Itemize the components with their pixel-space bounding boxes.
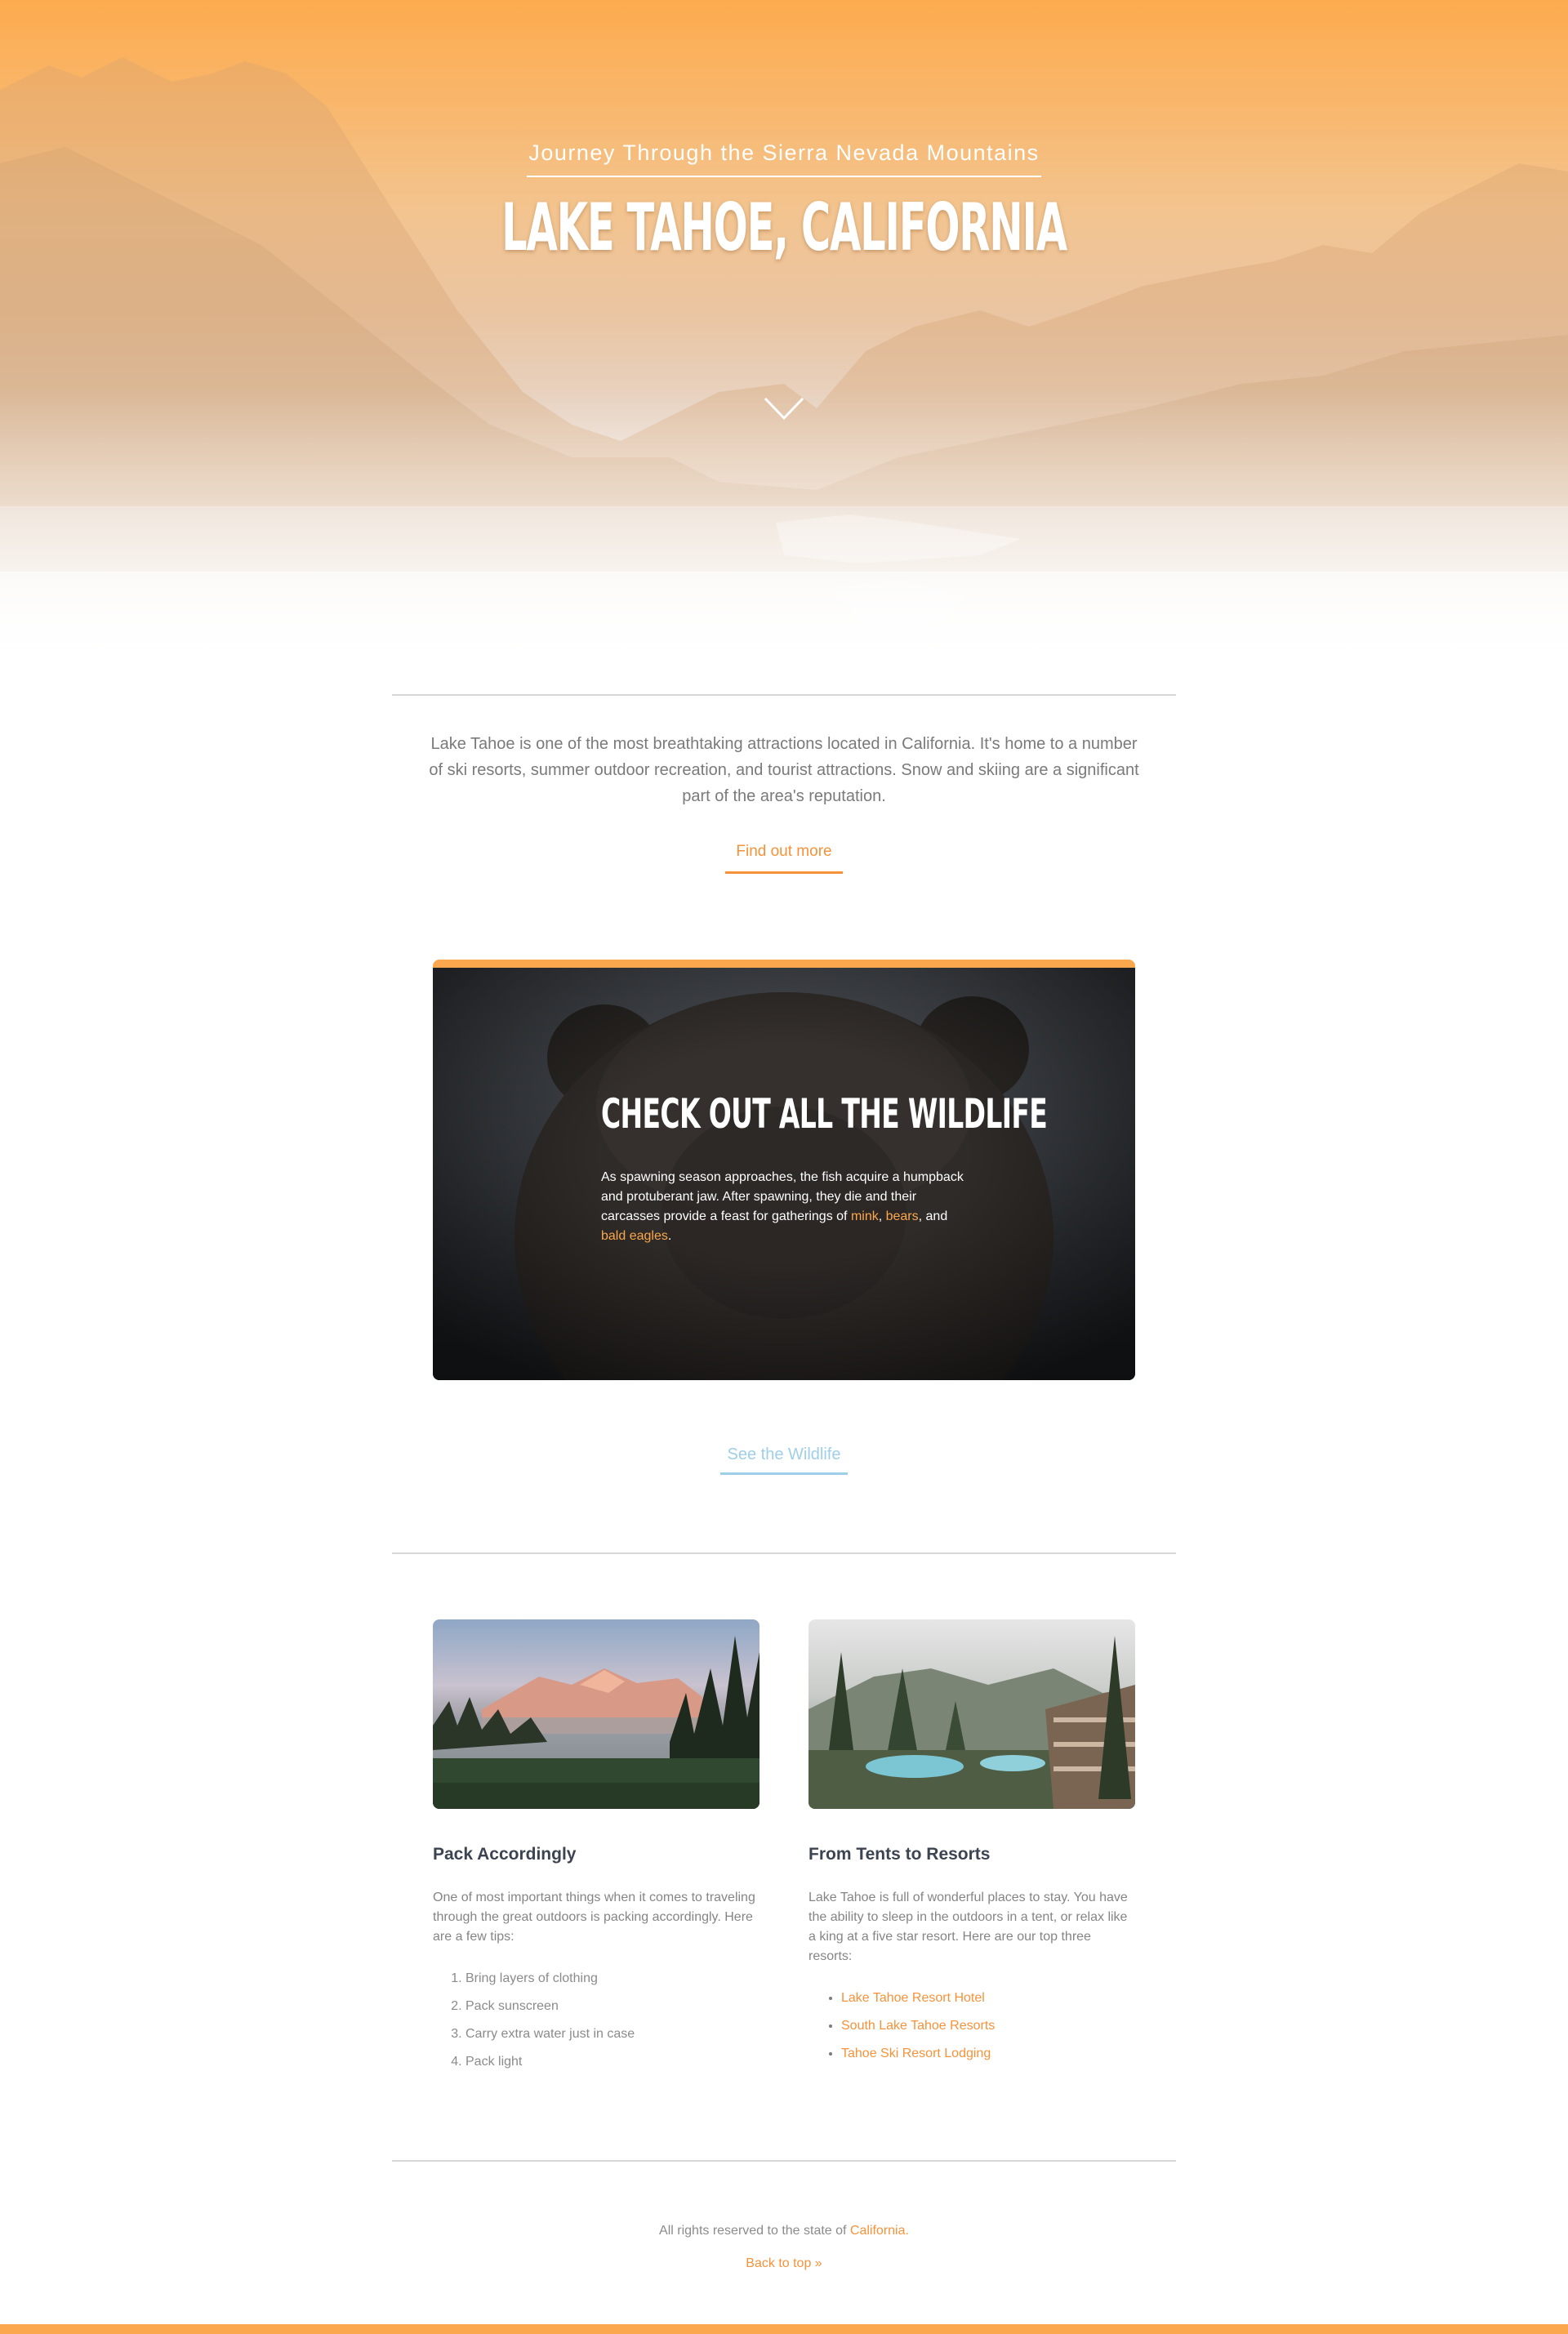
resorts-list: Lake Tahoe Resort Hotel South Lake Tahoe…: [808, 1984, 1135, 2068]
hero-banner: Journey Through the Sierra Nevada Mounta…: [0, 0, 1568, 702]
mountain-background-image: [0, 0, 1568, 702]
wildlife-separator: , and: [918, 1209, 948, 1223]
footer-period: .: [905, 2224, 909, 2238]
section-divider: [392, 694, 1176, 696]
back-to-top-link[interactable]: Back to top »: [0, 2256, 1568, 2271]
forest-sunrise-photo: [433, 1619, 760, 1809]
resort-link[interactable]: Tahoe Ski Resort Lodging: [841, 2040, 1135, 2068]
bottom-accent-bar: [0, 2324, 1568, 2334]
resort-link[interactable]: South Lake Tahoe Resorts: [841, 2012, 1135, 2040]
bears-link[interactable]: bears: [886, 1209, 919, 1223]
hero-subtitle: Journey Through the Sierra Nevada Mounta…: [527, 140, 1041, 177]
resort-image: [808, 1619, 1135, 1809]
resort-photo: [808, 1619, 1135, 1809]
pack-heading: Pack Accordingly: [433, 1845, 577, 1864]
list-item: Carry extra water just in case: [466, 2020, 760, 2048]
resorts-paragraph: Lake Tahoe is full of wonderful places t…: [808, 1891, 1128, 1963]
find-out-more-button[interactable]: Find out more: [725, 843, 843, 874]
wildlife-title: CHECK OUT ALL THE WILDLIFE: [601, 1090, 1048, 1138]
hero-subtitle-wrap: Journey Through the Sierra Nevada Mounta…: [0, 140, 1568, 177]
list-item: Pack light: [466, 2048, 760, 2076]
packing-tips-list: Bring layers of clothing Pack sunscreen …: [433, 1965, 760, 2076]
wildlife-paragraph: As spawning season approaches, the fish …: [601, 1168, 973, 1246]
california-link[interactable]: California.: [850, 2224, 909, 2238]
hero-title: LAKE TAHOE, CALIFORNIA: [501, 189, 1067, 265]
mink-link[interactable]: mink: [851, 1209, 879, 1223]
list-item: Pack sunscreen: [466, 1993, 760, 2020]
pack-accordingly-section: Pack Accordingly One of most important t…: [433, 1619, 760, 2076]
intro-paragraph: Lake Tahoe is one of the most breathtaki…: [429, 735, 1139, 805]
wildlife-separator: ,: [878, 1209, 886, 1223]
chevron-down-icon[interactable]: [763, 395, 805, 423]
resorts-heading: From Tents to Resorts: [808, 1845, 991, 1864]
tents-to-resorts-section: From Tents to Resorts Lake Tahoe is full…: [808, 1619, 1135, 2068]
resort-link[interactable]: Lake Tahoe Resort Hotel: [841, 1984, 1135, 2012]
bald-eagles-link[interactable]: bald eagles: [601, 1229, 668, 1243]
section-divider: [392, 1552, 1176, 1554]
forest-sunrise-image: [433, 1619, 760, 1809]
list-item: Bring layers of clothing: [466, 1965, 760, 1993]
footer-text: All rights reserved to the state of: [659, 2224, 850, 2238]
see-the-wildlife-button[interactable]: See the Wildlife: [720, 1445, 848, 1475]
wildlife-card: CHECK OUT ALL THE WILDLIFE As spawning s…: [433, 960, 1135, 1380]
section-divider: [392, 2160, 1176, 2162]
wildlife-text-end: .: [667, 1229, 672, 1243]
pack-paragraph: One of most important things when it com…: [433, 1891, 755, 1944]
california-link-label: California: [849, 2224, 906, 2238]
footer-copyright: All rights reserved to the state of Cali…: [0, 2224, 1568, 2238]
